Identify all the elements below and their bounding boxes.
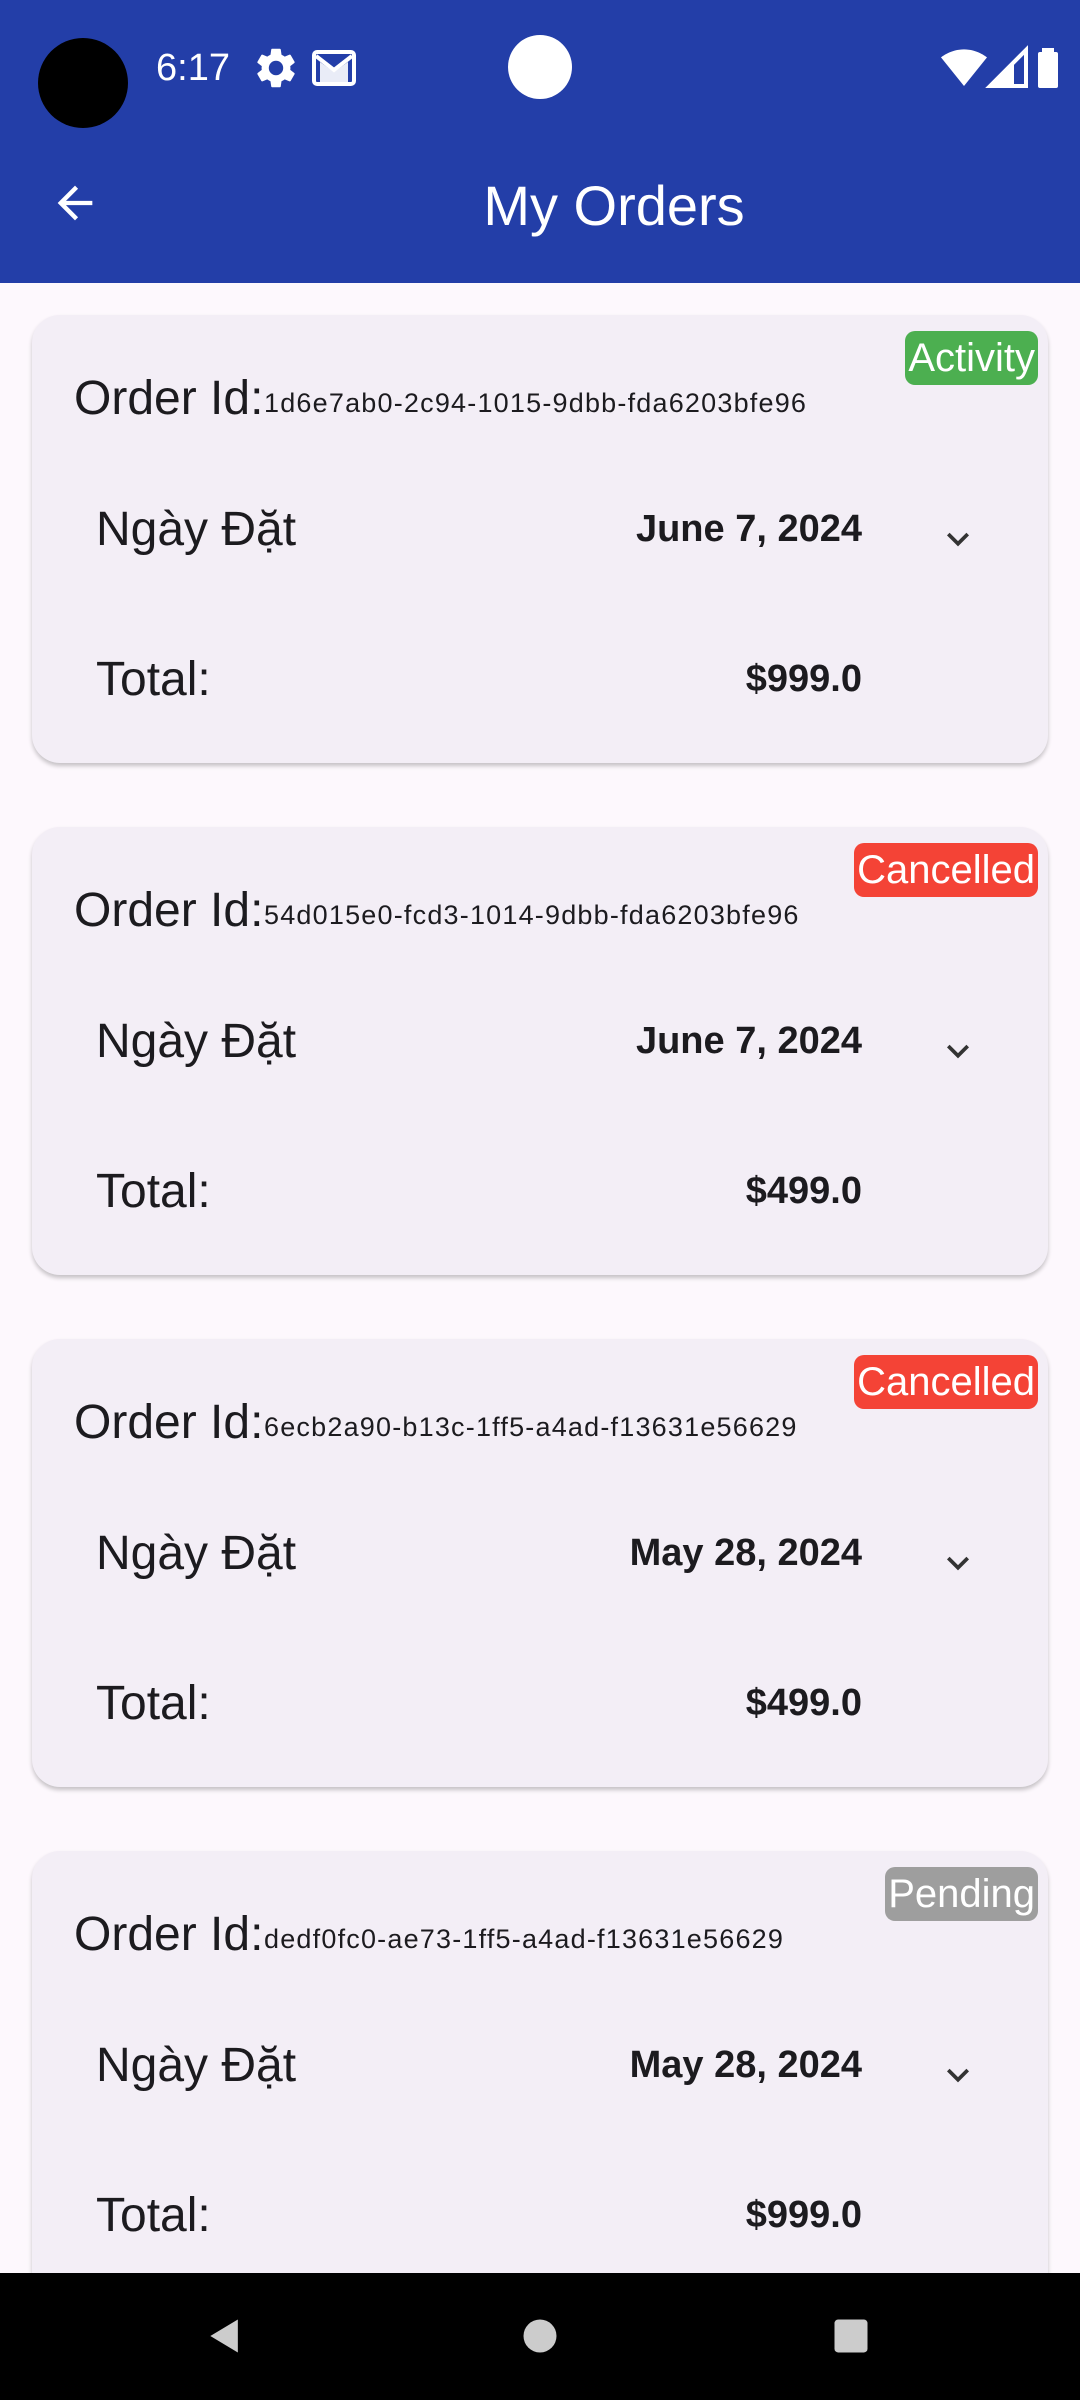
nav-home-button[interactable] [495,2293,585,2383]
total-label: Total: [96,1165,211,1218]
gmail-icon [310,44,358,92]
order-id-label: Order Id: [74,1908,264,1961]
status-badge: Cancelled [854,843,1038,897]
wifi-icon [940,44,988,92]
total-value: $499.0 [745,1682,862,1724]
status-badge: Activity [905,331,1038,385]
order-date-value: June 7, 2024 [635,1020,862,1062]
order-date-label: Ngày Đặt [96,1527,297,1580]
home-nav-icon [518,2314,562,2363]
chevron-down-icon [936,1029,980,1078]
order-card[interactable]: Activity Order Id: 1d6e7ab0-2c94-1015-9d… [32,315,1048,763]
total-value: $999.0 [745,658,862,700]
settings-icon [252,44,300,92]
order-date-label: Ngày Đặt [96,503,297,556]
chevron-down-icon [936,517,980,566]
camera-cutout [38,38,128,128]
camera-dot [508,35,572,99]
system-nav-bar [0,2273,1080,2400]
chevron-down-icon [936,1541,980,1590]
nav-recents-button[interactable] [806,2293,896,2383]
order-date-value: June 7, 2024 [635,508,862,550]
order-card[interactable]: Cancelled Order Id: 6ecb2a90-b13c-1ff5-a… [32,1339,1048,1787]
order-id-value: 6ecb2a90-b13c-1ff5-a4ad-f13631e56629 [264,1412,798,1442]
total-value: $499.0 [745,1170,862,1212]
expand-button[interactable] [922,1017,994,1089]
battery-icon [1024,44,1072,92]
order-date-label: Ngày Đặt [96,2039,297,2092]
order-date-label: Ngày Đặt [96,1015,297,1068]
expand-button[interactable] [922,1529,994,1601]
order-card[interactable]: Pending Order Id: dedf0fc0-ae73-1ff5-a4a… [32,1851,1048,2273]
page-title: My Orders [483,174,745,237]
nav-back-button[interactable] [180,2293,270,2383]
total-value: $999.0 [745,2194,862,2236]
order-list[interactable]: Activity Order Id: 1d6e7ab0-2c94-1015-9d… [0,283,1080,2273]
back-nav-icon [203,2314,247,2363]
expand-button[interactable] [922,2041,994,2113]
order-id-label: Order Id: [74,1396,264,1449]
total-label: Total: [96,653,211,706]
status-time: 6:17 [156,47,230,89]
status-badge: Cancelled [854,1355,1038,1409]
expand-button[interactable] [922,505,994,577]
chevron-down-icon [936,2053,980,2102]
order-id-label: Order Id: [74,884,264,937]
status-badge: Pending [885,1867,1038,1921]
order-date-value: May 28, 2024 [629,1532,862,1574]
order-card[interactable]: Cancelled Order Id: 54d015e0-fcd3-1014-9… [32,827,1048,1275]
order-id-label: Order Id: [74,372,264,425]
total-label: Total: [96,1677,211,1730]
order-id-value: 1d6e7ab0-2c94-1015-9dbb-fda6203bfe96 [264,388,808,418]
order-id-value: dedf0fc0-ae73-1ff5-a4ad-f13631e56629 [264,1924,785,1954]
app-bar: 6:17 My Orders [0,0,1080,283]
total-label: Total: [96,2189,211,2242]
recents-nav-icon [829,2314,873,2363]
order-id-value: 54d015e0-fcd3-1014-9dbb-fda6203bfe96 [264,900,800,930]
order-date-value: May 28, 2024 [629,2044,862,2086]
